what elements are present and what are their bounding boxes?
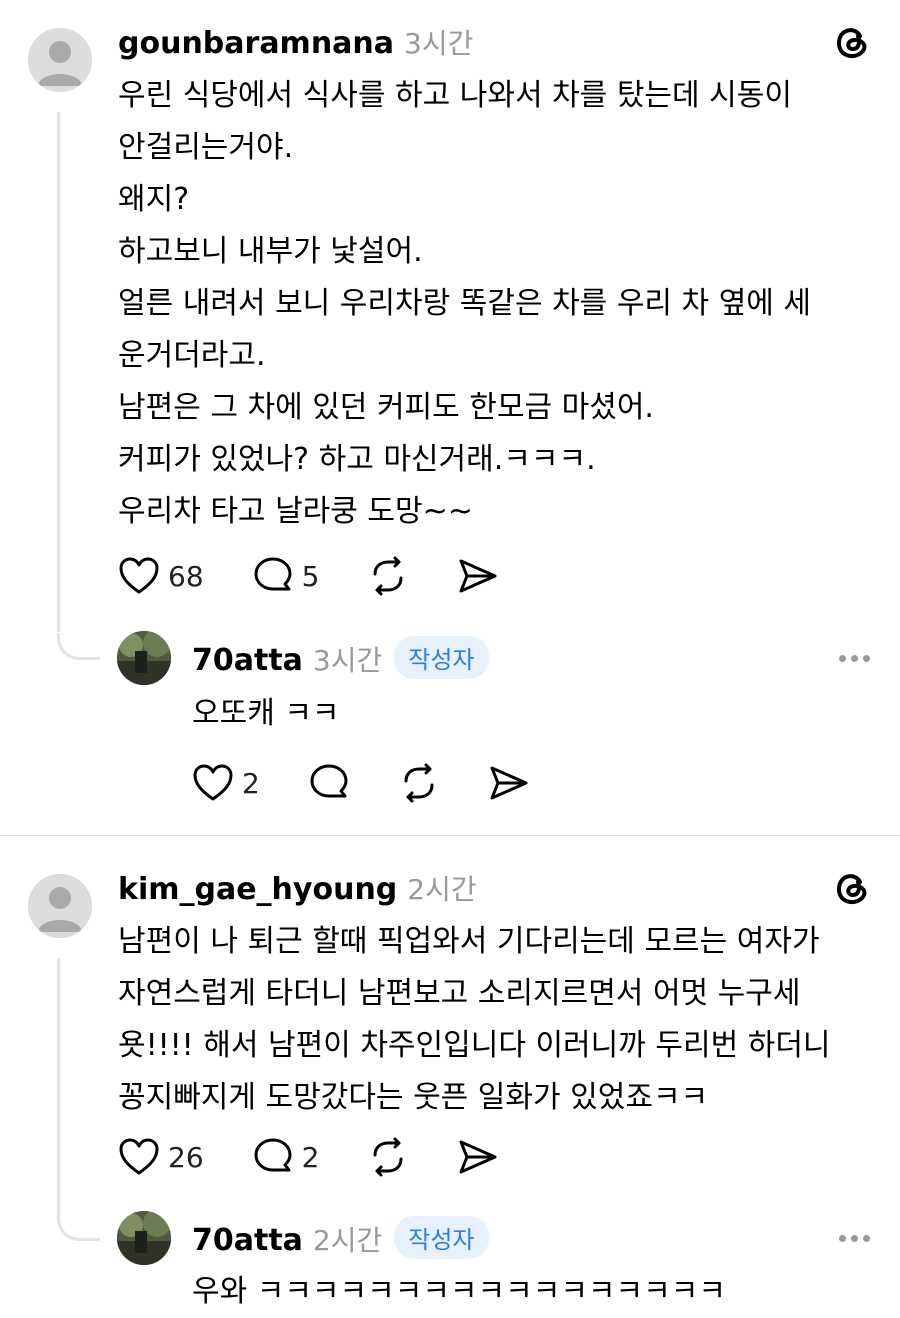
action-bar: 68 5 (118, 556, 547, 596)
avatar[interactable] (28, 874, 92, 938)
repost-icon (404, 763, 434, 803)
timestamp: 3시간 (404, 27, 474, 60)
default-avatar-icon (28, 874, 92, 938)
comment-bubble-icon (310, 764, 348, 798)
comment-line: 꽁지빠지게 도망갔다는 웃픈 일화가 있었죠ㅋㅋ (118, 1080, 709, 1115)
reply-avatar[interactable] (117, 631, 171, 685)
reply-body: 오또캐 ㅋㅋ (192, 688, 900, 740)
comment-line: 우리차 타고 날라쿵 도망~~ (118, 494, 473, 529)
reply-button[interactable]: 5 (252, 556, 320, 596)
heart-icon (119, 557, 159, 594)
comment-line: 우린 식당에서 식사를 하고 나와서 차를 탔는데 시동이 (118, 78, 792, 113)
reply-button[interactable] (308, 763, 350, 803)
reply-text: 오또캐 ㅋㅋ (192, 696, 340, 731)
repost-icon (373, 556, 403, 596)
reply-count: 5 (301, 559, 320, 593)
more-options-button[interactable] (839, 655, 870, 662)
comment-bubble-icon (254, 1138, 292, 1172)
timestamp: 2시간 (407, 873, 477, 906)
reply-action-bar: 2 (192, 763, 578, 803)
more-dot-icon (863, 655, 870, 662)
share-button[interactable] (457, 556, 499, 596)
author-badge: 작성자 (394, 1216, 489, 1259)
comment-header: kim_gae_hyoung 2시간 (118, 868, 477, 908)
more-dot-icon (851, 1235, 858, 1242)
profile-photo-icon (117, 1211, 171, 1265)
reply-username[interactable]: 70atta (192, 1223, 303, 1258)
reply-timestamp: 2시간 (312, 1224, 383, 1257)
thread-line (57, 958, 60, 1214)
author-badge: 작성자 (394, 636, 489, 679)
more-dot-icon (839, 655, 846, 662)
reply-body: 우와 ㅋㅋㅋㅋㅋㅋㅋㅋㅋㅋㅋㅋㅋㅋㅋㅋㅋ (192, 1266, 900, 1318)
comment-line: 운거더라고. (118, 338, 266, 373)
avatar[interactable] (28, 28, 92, 92)
action-bar: 26 2 (118, 1137, 547, 1177)
like-count: 68 (168, 559, 204, 593)
reply-header: 70atta 3시간 작성자 (192, 636, 489, 681)
repost-button[interactable] (367, 1137, 409, 1177)
reply-username[interactable]: 70atta (192, 643, 303, 678)
like-button[interactable]: 2 (192, 763, 260, 803)
comment-thread: kim_gae_hyoung 2시간 남편이 나 퇴근 할때 픽업와서 기다리는… (0, 835, 900, 1316)
comment-line: 얼른 내려서 보니 우리차랑 똑같은 차를 우리 차 옆에 세 (118, 286, 812, 321)
like-button[interactable]: 68 (118, 556, 204, 596)
comment-line: 커피가 있었나? 하고 마신거래.ㅋㅋㅋ. (118, 442, 596, 477)
reply-avatar[interactable] (117, 1211, 171, 1265)
comment-bubble-icon (254, 557, 292, 591)
like-count: 26 (168, 1140, 204, 1174)
comment-line: 남편이 나 퇴근 할때 픽업와서 기다리는데 모르는 여자가 (118, 924, 820, 959)
more-dot-icon (839, 1235, 846, 1242)
comment-line: 자연스럽게 타더니 남편보고 소리지르면서 어멋 누구세 (118, 976, 801, 1011)
default-avatar-icon (28, 28, 92, 92)
username[interactable]: kim_gae_hyoung (118, 872, 397, 907)
thread-line (57, 112, 60, 632)
comment-line: 왜지? (118, 182, 190, 217)
more-dot-icon (851, 655, 858, 662)
comment-line: 하고보니 내부가 낯설어. (118, 234, 423, 269)
comment-line: 욧!!!! 해서 남편이 차주인입니다 이러니까 두리번 하더니 (118, 1028, 831, 1063)
comment-line: 남편은 그 차에 있던 커피도 한모금 마셨어. (118, 390, 654, 425)
repost-icon (373, 1137, 403, 1177)
share-button[interactable] (488, 763, 530, 803)
like-button[interactable]: 26 (118, 1137, 204, 1177)
reply-header: 70atta 2시간 작성자 (192, 1216, 489, 1261)
share-button[interactable] (457, 1137, 499, 1177)
thread-curve (57, 633, 100, 660)
more-dot-icon (863, 1235, 870, 1242)
username[interactable]: gounbaramnana (118, 26, 394, 61)
heart-icon (193, 764, 233, 801)
repost-button[interactable] (367, 556, 409, 596)
threads-logo-icon (837, 28, 867, 59)
comment-body: 우린 식당에서 식사를 하고 나와서 차를 탔는데 시동이 안걸리는거야. 왜지… (118, 70, 878, 538)
profile-photo-icon (117, 631, 171, 685)
more-options-button[interactable] (839, 1235, 870, 1242)
like-count: 2 (242, 766, 260, 800)
repost-button[interactable] (398, 763, 440, 803)
heart-icon (119, 1138, 159, 1175)
threads-logo-icon (837, 874, 867, 905)
send-icon (459, 1140, 497, 1174)
reply-timestamp: 3시간 (312, 644, 383, 677)
send-icon (459, 559, 497, 593)
reply-text: 우와 ㅋㅋㅋㅋㅋㅋㅋㅋㅋㅋㅋㅋㅋㅋㅋㅋㅋ (192, 1274, 726, 1309)
comment-header: gounbaramnana 3시간 (118, 22, 473, 62)
reply-count: 2 (301, 1140, 320, 1174)
comment-thread: gounbaramnana 3시간 우린 식당에서 식사를 하고 나와서 차를 … (0, 0, 900, 835)
send-icon (490, 766, 528, 800)
thread-curve (57, 1214, 100, 1241)
comment-body: 남편이 나 퇴근 할때 픽업와서 기다리는데 모르는 여자가 자연스럽게 타더니… (118, 916, 878, 1124)
comment-line: 안걸리는거야. (118, 130, 294, 165)
reply-button[interactable]: 2 (252, 1137, 320, 1177)
